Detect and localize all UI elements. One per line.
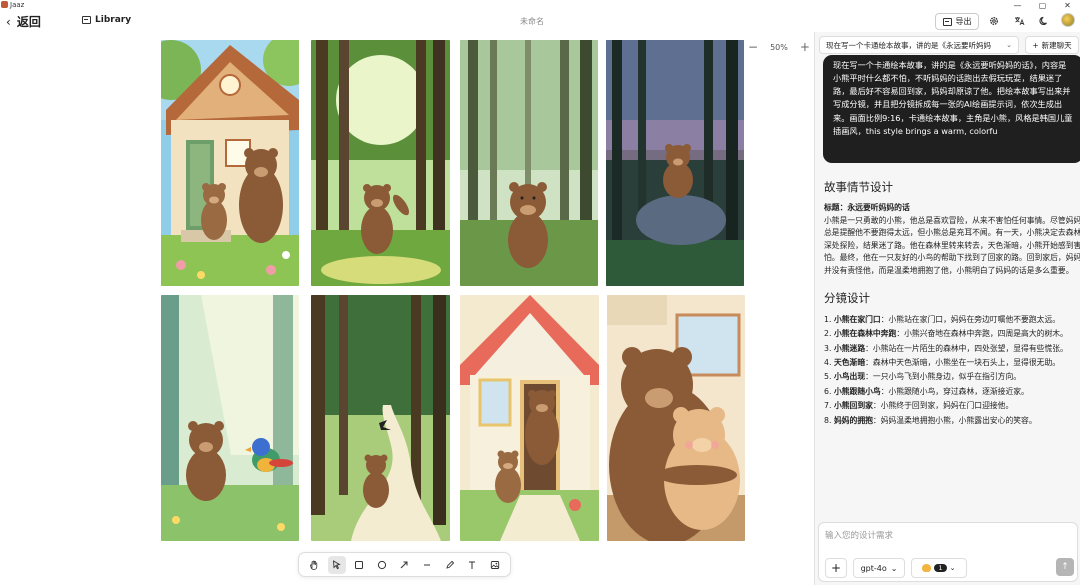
gear-icon: [990, 17, 998, 25]
plus-icon: +: [830, 561, 842, 575]
send-arrow-icon: ↑: [1061, 562, 1069, 572]
chat-input[interactable]: [825, 529, 1065, 543]
storyboard-image-3[interactable]: [460, 40, 598, 286]
top-toolbar: ‹ 返回 Library 未命名 导出: [0, 10, 1080, 32]
rectangle-icon: [355, 560, 364, 569]
model-select[interactable]: gpt-4o ⌄: [853, 558, 905, 578]
user-message-bubble: 现在写一个卡通绘本故事，讲的是《永远要听妈妈的话》，内容是小熊平时什么都不怕，不…: [823, 55, 1080, 163]
chevron-down-icon: ⌄: [949, 564, 956, 572]
zoom-level: 50%: [770, 42, 788, 52]
storyboard-image-5[interactable]: [161, 295, 299, 541]
arrow-tool-button[interactable]: [395, 556, 413, 574]
theme-toggle-button[interactable]: [1038, 15, 1050, 27]
hand-icon: [310, 560, 318, 570]
hand-tool-button[interactable]: [305, 556, 323, 574]
arrow-icon: [401, 561, 408, 568]
chevron-down-icon: ⌄: [890, 563, 898, 573]
settings-button[interactable]: [988, 15, 1000, 27]
storyboard-image-2[interactable]: [311, 40, 450, 286]
back-arrow-icon: ‹: [6, 14, 11, 29]
app-logo-icon: [1, 1, 8, 8]
storyboard-image-7[interactable]: [460, 295, 599, 541]
back-label: 返回: [16, 15, 41, 29]
storyboard-item: 7. 小熊回到家：小熊终于回到家，妈妈在门口迎接他。: [824, 401, 1014, 411]
zoom-in-button[interactable]: +: [800, 40, 810, 54]
chat-input-box: + gpt-4o ⌄ 1 ⌄ ↑: [818, 522, 1078, 582]
section-title-storyboard: 分镜设计: [824, 291, 870, 306]
text-tool-button[interactable]: [463, 556, 481, 574]
ellipse-tool-button[interactable]: [373, 556, 391, 574]
model-label: gpt-4o: [860, 563, 887, 573]
back-button[interactable]: ‹ 返回: [6, 13, 41, 30]
attach-button[interactable]: +: [825, 558, 847, 578]
palette-icon: [922, 564, 932, 572]
send-button[interactable]: ↑: [1056, 558, 1074, 576]
tool-count-badge: 1: [934, 564, 947, 572]
pen-tool-button[interactable]: [441, 556, 459, 574]
text-icon: [469, 561, 476, 569]
translate-icon: [1014, 17, 1024, 26]
assistant-response: 故事情节设计 标题：永远要听妈妈的话 小熊是一只勇敢的小熊，他总是喜欢冒险，从来…: [824, 178, 1080, 429]
close-button[interactable]: ✕: [1055, 0, 1080, 10]
user-message-text: 现在写一个卡通绘本故事，讲的是《永远要听妈妈的话》，内容是小熊平时什么都不怕，不…: [833, 60, 1073, 136]
title-bar: Jaaz — ▢ ✕: [0, 0, 1080, 10]
plus-icon: +: [1032, 40, 1039, 50]
circle-icon: [377, 560, 387, 569]
storyboard-item: 3. 小熊迷路：小熊站在一片陌生的森林中，四处张望，显得有些慌张。: [824, 343, 1068, 353]
select-tool-button[interactable]: [327, 555, 346, 574]
storyboard-list: 1. 小熊在家门口：小熊站在家门口，妈妈在旁边叮嘱他不要跑太远。 2. 小熊在森…: [824, 314, 1080, 428]
image-tool-button[interactable]: [486, 556, 504, 574]
chevron-down-icon: ⌄: [1006, 41, 1012, 49]
image-icon: [82, 16, 91, 24]
storyboard-image-6[interactable]: [311, 295, 450, 541]
zoom-out-button[interactable]: −: [748, 40, 758, 54]
window-controls: — ▢ ✕: [1005, 0, 1080, 10]
moon-icon: [1039, 16, 1047, 25]
storyboard-image-4[interactable]: [606, 40, 744, 286]
storyboard-item: 5. 小鸟出现：一只小鸟飞到小熊身边，似乎在指引方向。: [824, 372, 1022, 382]
minimize-button[interactable]: —: [1005, 0, 1030, 10]
maximize-button[interactable]: ▢: [1030, 0, 1055, 10]
user-avatar[interactable]: [1061, 13, 1075, 27]
new-chat-label: 新建聊天: [1041, 40, 1072, 50]
storyboard-item: 1. 小熊在家门口：小熊站在家门口，妈妈在旁边叮嘱他不要跑太远。: [824, 314, 1061, 324]
storyboard-item: 2. 小熊在森林中奔跑：小熊兴奋地在森林中奔跑，四周是高大的树木。: [824, 329, 1068, 339]
translate-button[interactable]: [1013, 15, 1025, 27]
cursor-icon: [333, 559, 342, 569]
storyboard-image-8[interactable]: [607, 295, 745, 541]
storyboard-item: 8. 妈妈的拥抱：妈妈温柔地拥抱小熊，小熊露出安心的笑容。: [824, 415, 1037, 425]
pencil-icon: [445, 560, 454, 569]
chat-panel: 现在写一个卡通绘本故事，讲的是《永远要听妈妈 ⌄ + 新建聊天 现在写一个卡通绘…: [814, 32, 1080, 585]
export-button[interactable]: 导出: [935, 13, 979, 30]
chat-session-select[interactable]: 现在写一个卡通绘本故事，讲的是《永远要听妈妈 ⌄: [819, 36, 1019, 54]
storyboard-image-1[interactable]: [161, 40, 299, 286]
library-button[interactable]: Library: [82, 15, 131, 25]
image-icon: [490, 560, 499, 569]
new-chat-button[interactable]: + 新建聊天: [1025, 36, 1079, 54]
story-title: 标题：永远要听妈妈的话: [824, 203, 910, 213]
section-title-story: 故事情节设计: [824, 180, 893, 194]
storyboard-item: 4. 天色渐暗：森林中天色渐暗，小熊坐在一块石头上，显得很无助。: [824, 358, 1061, 367]
image-export-icon: [942, 17, 952, 26]
rectangle-tool-button[interactable]: [350, 556, 368, 574]
storyboard-item: 6. 小熊跟随小鸟：小熊跟随小鸟，穿过森林，逐渐接近家。: [824, 386, 1029, 396]
drawing-toolbar: [298, 552, 511, 577]
line-icon: [424, 564, 430, 565]
app-name: Jaaz: [10, 1, 25, 9]
document-title[interactable]: 未命名: [520, 16, 544, 27]
export-label: 导出: [955, 17, 972, 26]
zoom-controls: − 50% +: [748, 40, 810, 54]
tool-select[interactable]: 1 ⌄: [911, 558, 967, 578]
chat-session-title: 现在写一个卡通绘本故事，讲的是《永远要听妈妈: [826, 40, 991, 50]
story-body: 小熊是一只勇敢的小熊，他总是喜欢冒险，从来不害怕任何事情。尽管妈妈总是提醒他不要…: [824, 215, 1080, 275]
library-label: Library: [95, 15, 132, 25]
line-tool-button[interactable]: [418, 556, 436, 574]
